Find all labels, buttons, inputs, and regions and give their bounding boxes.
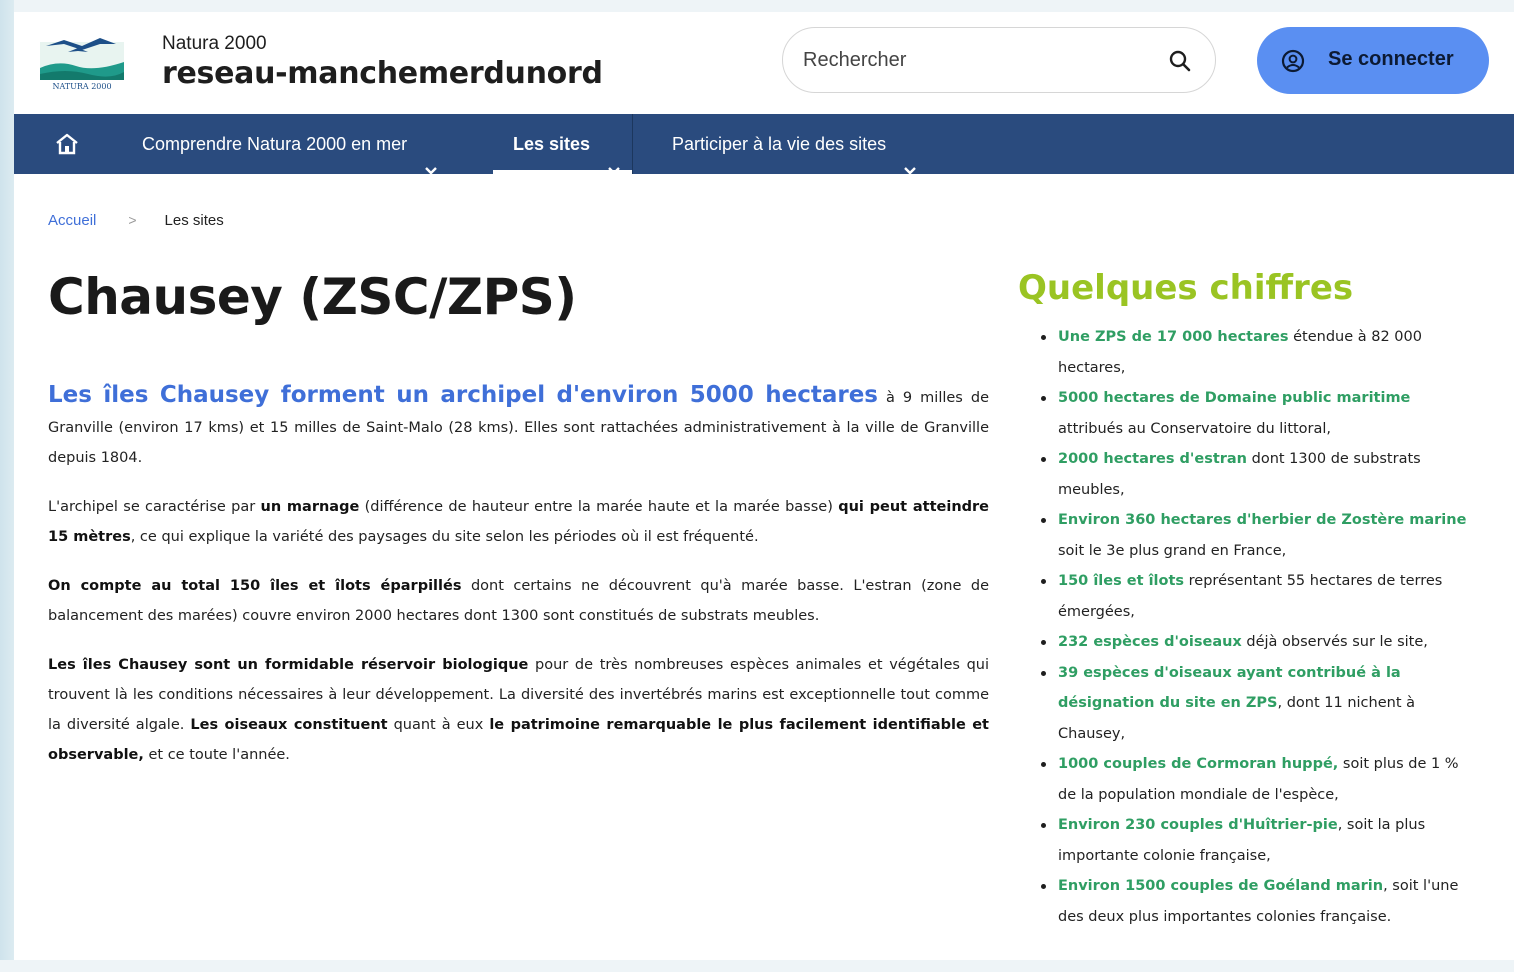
paragraph-iles: On compte au total 150 îles et îlots épa…: [48, 571, 989, 631]
list-item: 150 îles et îlots représentant 55 hectar…: [1041, 566, 1478, 627]
list-item: Environ 360 hectares d'herbier de Zostèr…: [1041, 505, 1478, 566]
page-bottom-band: [0, 960, 1514, 972]
key-figures-title: Quelques chiffres: [1018, 268, 1354, 308]
paragraph-text: et ce toute l'année.: [143, 747, 290, 763]
search-icon[interactable]: [1167, 48, 1193, 74]
breadcrumb-separator: >: [128, 212, 137, 228]
breadcrumb: Accueil > Les sites: [48, 212, 224, 229]
list-item: 5000 hectares de Domaine public maritime…: [1041, 383, 1478, 444]
login-button[interactable]: Se connecter: [1257, 27, 1489, 94]
highlight-text: Environ 360 hectares d'herbier de Zostèr…: [1058, 512, 1467, 528]
chevron-down-icon: [607, 140, 621, 175]
active-tab-indicator: [493, 170, 632, 174]
item-text: déjà observés sur le site,: [1241, 634, 1428, 650]
site-name[interactable]: reseau-manchemerdunord: [162, 56, 603, 91]
lead-text: Les îles Chausey forment un archipel d'e…: [48, 382, 878, 408]
paragraph-intro: Les îles Chausey forment un archipel d'e…: [48, 380, 989, 473]
nav-item-label: Comprendre Natura 2000 en mer: [142, 134, 408, 154]
highlight-text: 2000 hectares d'estran: [1058, 451, 1248, 467]
svg-text:NATURA 2000: NATURA 2000: [52, 82, 111, 91]
main-content: Les îles Chausey forment un archipel d'e…: [48, 380, 989, 789]
site-tagline: Natura 2000: [162, 33, 267, 54]
chevron-down-icon: [903, 140, 917, 175]
highlight-text: Une ZPS de 17 000 hectares: [1058, 329, 1289, 345]
key-figures-panel: Quelques chiffres Une ZPS de 17 000 hect…: [1018, 268, 1478, 932]
breadcrumb-current: Les sites: [164, 212, 224, 229]
nav-item-label: Les sites: [513, 134, 591, 154]
list-item: 2000 hectares d'estran dont 1300 de subs…: [1041, 444, 1478, 505]
paragraph-text: (différence de hauteur entre la marée ha…: [359, 499, 839, 515]
nav-item-participer[interactable]: Participer à la vie des sites: [672, 114, 917, 175]
highlight-text: 232 espèces d'oiseaux: [1058, 634, 1242, 650]
nav-divider: [632, 114, 633, 174]
home-icon[interactable]: [54, 132, 80, 156]
highlight-text: Environ 1500 couples de Goéland marin: [1058, 878, 1384, 894]
chevron-down-icon: [424, 140, 438, 175]
bold-text: Les oiseaux constituent: [190, 717, 388, 733]
natura-2000-logo[interactable]: NATURA 2000: [38, 32, 126, 92]
nav-item-comprendre[interactable]: Comprendre Natura 2000 en mer: [142, 114, 438, 175]
item-text: soit le 3e plus grand en France,: [1058, 542, 1287, 559]
highlight-text: 5000 hectares de Domaine public maritime: [1058, 390, 1411, 406]
bold-text: un marnage: [260, 499, 360, 515]
main-nav: Comprendre Natura 2000 en mer Les sites …: [14, 114, 1514, 175]
user-circle-icon: [1281, 49, 1305, 73]
highlight-text: 150 îles et îlots: [1058, 573, 1185, 589]
paragraph-text: quant à eux: [387, 717, 490, 733]
paragraph-reservoir: Les îles Chausey sont un formidable rése…: [48, 650, 989, 770]
highlight-text: Environ 230 couples d'Huîtrier-pie: [1058, 817, 1338, 833]
paragraph-text: , ce qui explique la variété des paysage…: [130, 529, 759, 545]
list-item: Une ZPS de 17 000 hectares étendue à 82 …: [1041, 322, 1478, 383]
item-text: attribués au Conservatoire du littoral,: [1058, 420, 1332, 437]
list-item: 39 espèces d'oiseaux ayant contribué à l…: [1041, 658, 1478, 750]
bold-text: On compte au total 150 îles et îlots épa…: [48, 578, 462, 594]
search-input[interactable]: Rechercher: [782, 27, 1216, 93]
list-item: 232 espèces d'oiseaux déjà observés sur …: [1041, 627, 1478, 658]
bold-text: Les îles Chausey sont un formidable rése…: [48, 657, 529, 673]
nav-item-label: Participer à la vie des sites: [672, 134, 887, 154]
breadcrumb-home-link[interactable]: Accueil: [48, 212, 96, 229]
highlight-text: 1000 couples de Cormoran huppé,: [1058, 756, 1339, 772]
page: NATURA 2000 Natura 2000 reseau-manchemer…: [14, 12, 1514, 972]
nav-item-les-sites[interactable]: Les sites: [493, 114, 632, 175]
site-header: NATURA 2000 Natura 2000 reseau-manchemer…: [14, 12, 1514, 114]
list-item: Environ 1500 couples de Goéland marin, s…: [1041, 871, 1478, 932]
list-item: 1000 couples de Cormoran huppé, soit plu…: [1041, 749, 1478, 810]
list-item: Environ 230 couples d'Huîtrier-pie, soit…: [1041, 810, 1478, 871]
search-placeholder: Rechercher: [803, 49, 907, 71]
paragraph-marnage: L'archipel se caractérise par un marnage…: [48, 492, 989, 552]
key-figures-list: Une ZPS de 17 000 hectares étendue à 82 …: [1018, 322, 1478, 932]
page-title: Chausey (ZSC/ZPS): [48, 268, 577, 326]
paragraph-text: L'archipel se caractérise par: [48, 499, 261, 515]
login-label: Se connecter: [1328, 48, 1454, 70]
